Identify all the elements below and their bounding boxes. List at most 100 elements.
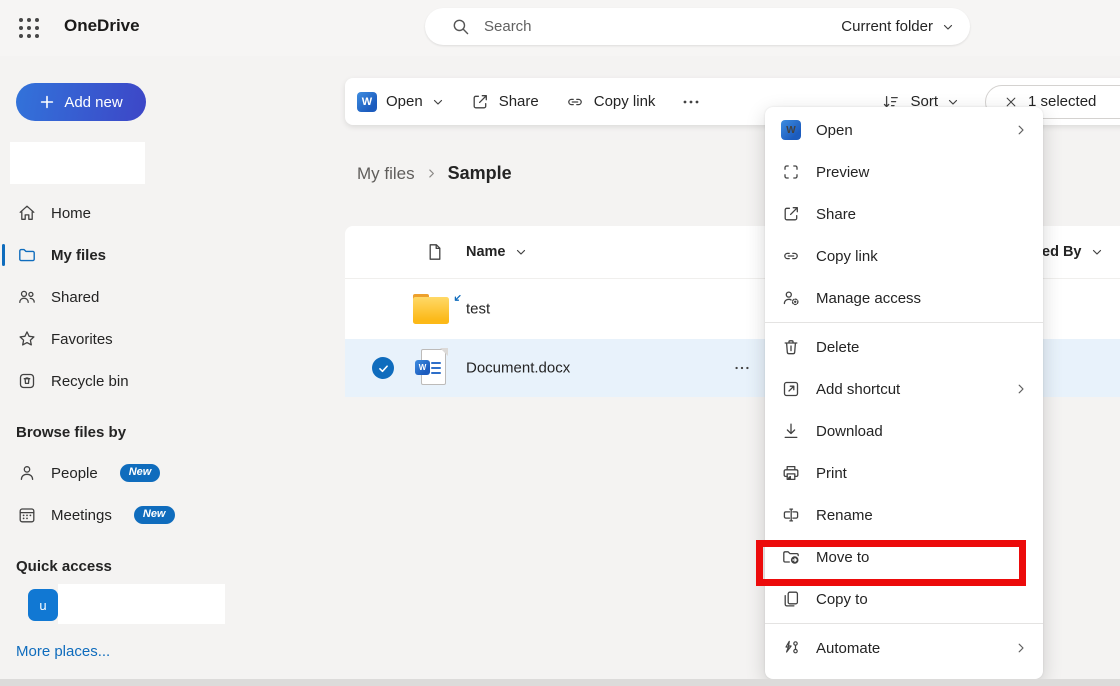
word-icon: W <box>357 92 377 112</box>
column-partial-label: ed By <box>1042 244 1082 260</box>
sidebar-item-label: My files <box>51 247 106 264</box>
menu-item-label: Manage access <box>816 290 921 307</box>
menu-divider <box>765 623 1043 624</box>
share-label: Share <box>499 93 539 110</box>
search-scope-dropdown[interactable]: Current folder <box>841 18 954 35</box>
print-icon <box>781 463 801 483</box>
sidebar-item-favorites[interactable]: Favorites <box>0 318 330 360</box>
column-name-label: Name <box>466 244 506 260</box>
menu-item-label: Delete <box>816 339 859 356</box>
row-more-actions-icon[interactable] <box>733 359 751 377</box>
column-header-partial[interactable]: ed By <box>1042 226 1103 278</box>
chevron-right-icon <box>1015 124 1027 136</box>
sidebar-item-home[interactable]: Home <box>0 192 330 234</box>
more-commands-button[interactable] <box>681 92 701 112</box>
top-header: OneDrive Search Current folder <box>0 0 1120 56</box>
add-new-button[interactable]: Add new <box>16 83 146 121</box>
copy-to-icon <box>781 589 801 609</box>
add-new-label: Add new <box>64 94 122 111</box>
storage-widget-blank <box>10 142 145 184</box>
folder-yellow-icon <box>413 294 449 324</box>
menu-item-share[interactable]: Share <box>765 193 1043 235</box>
copy-link-label: Copy link <box>594 93 656 110</box>
open-button[interactable]: W Open <box>357 92 444 112</box>
recycle-bin-icon <box>17 371 37 391</box>
sidebar-nav: Home My files Shared Favorites <box>0 192 330 402</box>
search-icon <box>451 17 471 37</box>
file-name: Document.docx <box>466 360 570 377</box>
sidebar-item-label: Meetings <box>51 507 112 524</box>
new-item-sparkle-icon <box>451 293 463 305</box>
share-button[interactable]: Share <box>470 92 539 112</box>
chevron-right-icon <box>1015 383 1027 395</box>
breadcrumb: My files Sample <box>357 163 512 184</box>
menu-item-delete[interactable]: Delete <box>765 326 1043 368</box>
browse-by-list: People New Meetings New <box>0 452 330 536</box>
menu-item-rename[interactable]: Rename <box>765 494 1043 536</box>
add-shortcut-icon <box>781 379 801 399</box>
new-badge: New <box>120 464 161 482</box>
menu-item-add-shortcut[interactable]: Add shortcut <box>765 368 1043 410</box>
folder-icon <box>17 245 37 265</box>
selected-check-icon[interactable] <box>372 357 394 379</box>
onedrive-window: OneDrive Search Current folder Add new H… <box>0 0 1120 686</box>
word-icon: W <box>781 120 801 140</box>
automate-icon <box>781 638 801 658</box>
menu-item-manage-access[interactable]: Manage access <box>765 277 1043 319</box>
open-label: Open <box>386 93 423 110</box>
menu-item-open[interactable]: W Open <box>765 109 1043 151</box>
quick-access-site-tile[interactable]: u <box>28 589 58 621</box>
menu-item-download[interactable]: Download <box>765 410 1043 452</box>
sidebar-item-label: Recycle bin <box>51 373 129 390</box>
quick-access-header: Quick access <box>16 558 112 575</box>
plus-icon <box>39 94 55 110</box>
star-icon <box>17 329 37 349</box>
breadcrumb-parent[interactable]: My files <box>357 164 415 184</box>
search-input[interactable]: Search Current folder <box>425 8 970 45</box>
quick-access-site-blank <box>58 584 225 624</box>
menu-item-label: Preview <box>816 164 869 181</box>
link-icon <box>781 246 801 266</box>
menu-item-label: Rename <box>816 507 873 524</box>
menu-item-label: Copy link <box>816 248 878 265</box>
chevron-down-icon <box>432 96 444 108</box>
menu-item-preview[interactable]: Preview <box>765 151 1043 193</box>
file-name: test <box>466 301 490 318</box>
menu-item-label: Download <box>816 423 883 440</box>
new-badge: New <box>134 506 175 524</box>
column-header-name[interactable]: Name <box>466 226 527 278</box>
search-scope-label: Current folder <box>841 18 933 35</box>
context-menu: W Open Preview Share Copy link <box>765 107 1043 679</box>
annotation-red-box <box>756 540 1026 586</box>
more-places-link[interactable]: More places... <box>16 643 110 660</box>
menu-item-label: Automate <box>816 640 880 657</box>
sidebar-item-my-files[interactable]: My files <box>0 234 330 276</box>
sidebar-item-people[interactable]: People New <box>0 452 330 494</box>
menu-item-automate[interactable]: Automate <box>765 627 1043 669</box>
menu-item-print[interactable]: Print <box>765 452 1043 494</box>
search-placeholder: Search <box>484 18 532 35</box>
browse-files-by-header: Browse files by <box>16 424 126 441</box>
link-icon <box>565 92 585 112</box>
sidebar-item-label: Shared <box>51 289 99 306</box>
person-icon <box>17 463 37 483</box>
trash-icon <box>781 337 801 357</box>
rename-icon <box>781 505 801 525</box>
menu-item-copy-link[interactable]: Copy link <box>765 235 1043 277</box>
people-icon <box>17 287 37 307</box>
sidebar-item-meetings[interactable]: Meetings New <box>0 494 330 536</box>
menu-item-label: Print <box>816 465 847 482</box>
sidebar-item-label: Favorites <box>51 331 113 348</box>
download-icon <box>781 421 801 441</box>
app-launcher-icon[interactable] <box>17 16 41 40</box>
calendar-icon <box>17 505 37 525</box>
sidebar-item-recycle-bin[interactable]: Recycle bin <box>0 360 330 402</box>
chevron-down-icon <box>942 21 954 33</box>
sidebar-item-shared[interactable]: Shared <box>0 276 330 318</box>
ellipsis-icon <box>681 92 701 112</box>
sidebar-item-label: People <box>51 465 98 482</box>
sidebar-item-label: Home <box>51 205 91 222</box>
chevron-down-icon <box>1091 246 1103 258</box>
chevron-down-icon <box>947 96 959 108</box>
copy-link-button[interactable]: Copy link <box>565 92 656 112</box>
